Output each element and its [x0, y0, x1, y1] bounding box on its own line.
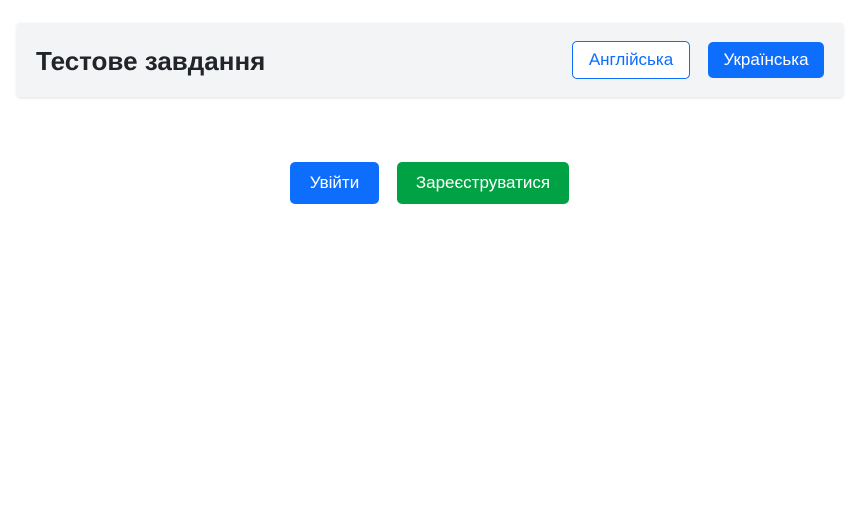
language-ukrainian-button[interactable]: Українська [708, 42, 824, 78]
page-title: Тестове завдання [36, 46, 266, 76]
page: Тестове завдання Англійська Українська У… [0, 0, 857, 523]
register-button[interactable]: Зареєструватися [397, 162, 569, 204]
language-english-button[interactable]: Англійська [572, 41, 690, 79]
navbar: Тестове завдання Англійська Українська [17, 23, 843, 97]
login-button[interactable]: Увійти [290, 162, 379, 204]
